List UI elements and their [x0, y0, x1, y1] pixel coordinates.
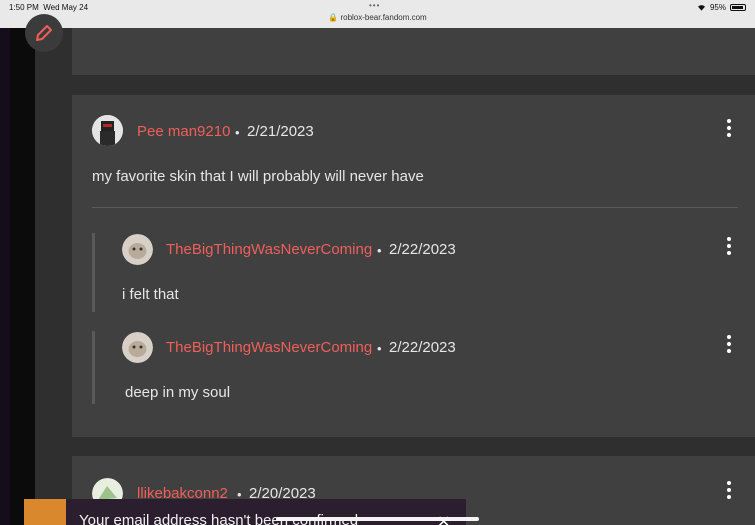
reply-thread-line — [92, 331, 95, 404]
reply-author-link[interactable]: TheBigThingWasNeverComing — [166, 241, 372, 258]
separator-dot: • — [377, 341, 382, 356]
status-time: 1:50 PM Wed May 24 — [9, 3, 89, 12]
url-bar[interactable]: 🔒 roblox-bear.fandom.com — [0, 13, 755, 22]
wifi-icon — [697, 5, 705, 11]
reply-date: 2/22/2023 — [389, 339, 456, 356]
previous-comment-card — [72, 28, 755, 75]
reply-text: i felt that — [122, 286, 179, 303]
edit-button[interactable] — [25, 14, 63, 52]
avatar-image — [92, 115, 123, 146]
reply-more-icon[interactable] — [727, 335, 731, 353]
comment-author-link[interactable]: Pee man9210 — [137, 123, 230, 140]
avatar[interactable] — [122, 332, 153, 363]
separator-dot: • — [235, 125, 240, 140]
comment-date: 2/21/2023 — [247, 123, 314, 140]
comment-divider — [92, 207, 738, 208]
avatar[interactable] — [92, 115, 123, 146]
avatar-image — [122, 234, 153, 265]
comment-more-icon[interactable] — [727, 119, 731, 137]
comment-text: my favorite skin that I will probably wi… — [92, 168, 424, 185]
separator-dot: • — [377, 243, 382, 258]
comment-more-icon[interactable] — [727, 481, 731, 499]
battery-icon — [730, 4, 746, 11]
banner-alert-icon — [24, 499, 66, 525]
comment-card: Pee man9210 • 2/21/2023 my favorite skin… — [72, 95, 755, 437]
home-indicator[interactable] — [276, 517, 479, 521]
battery-percent: 95% — [709, 3, 726, 12]
pencil-icon — [36, 25, 52, 41]
avatar-image — [122, 332, 153, 363]
reply-date: 2/22/2023 — [389, 241, 456, 258]
left-border — [0, 28, 10, 525]
email-confirmation-banner: Your email address hasn't been confirmed — [24, 499, 466, 525]
left-rail — [10, 28, 35, 525]
reply-author-link[interactable]: TheBigThingWasNeverComing — [166, 339, 372, 356]
tab-dots-icon[interactable]: ••• — [369, 1, 380, 10]
reply-thread-line — [92, 233, 95, 312]
reply-text: deep in my soul — [125, 384, 231, 401]
status-bar: 1:50 PM Wed May 24 ••• 🔒 roblox-bear.fan… — [0, 0, 755, 28]
reply-more-icon[interactable] — [727, 237, 731, 255]
status-indicators: 95% — [697, 3, 746, 12]
avatar[interactable] — [122, 234, 153, 265]
